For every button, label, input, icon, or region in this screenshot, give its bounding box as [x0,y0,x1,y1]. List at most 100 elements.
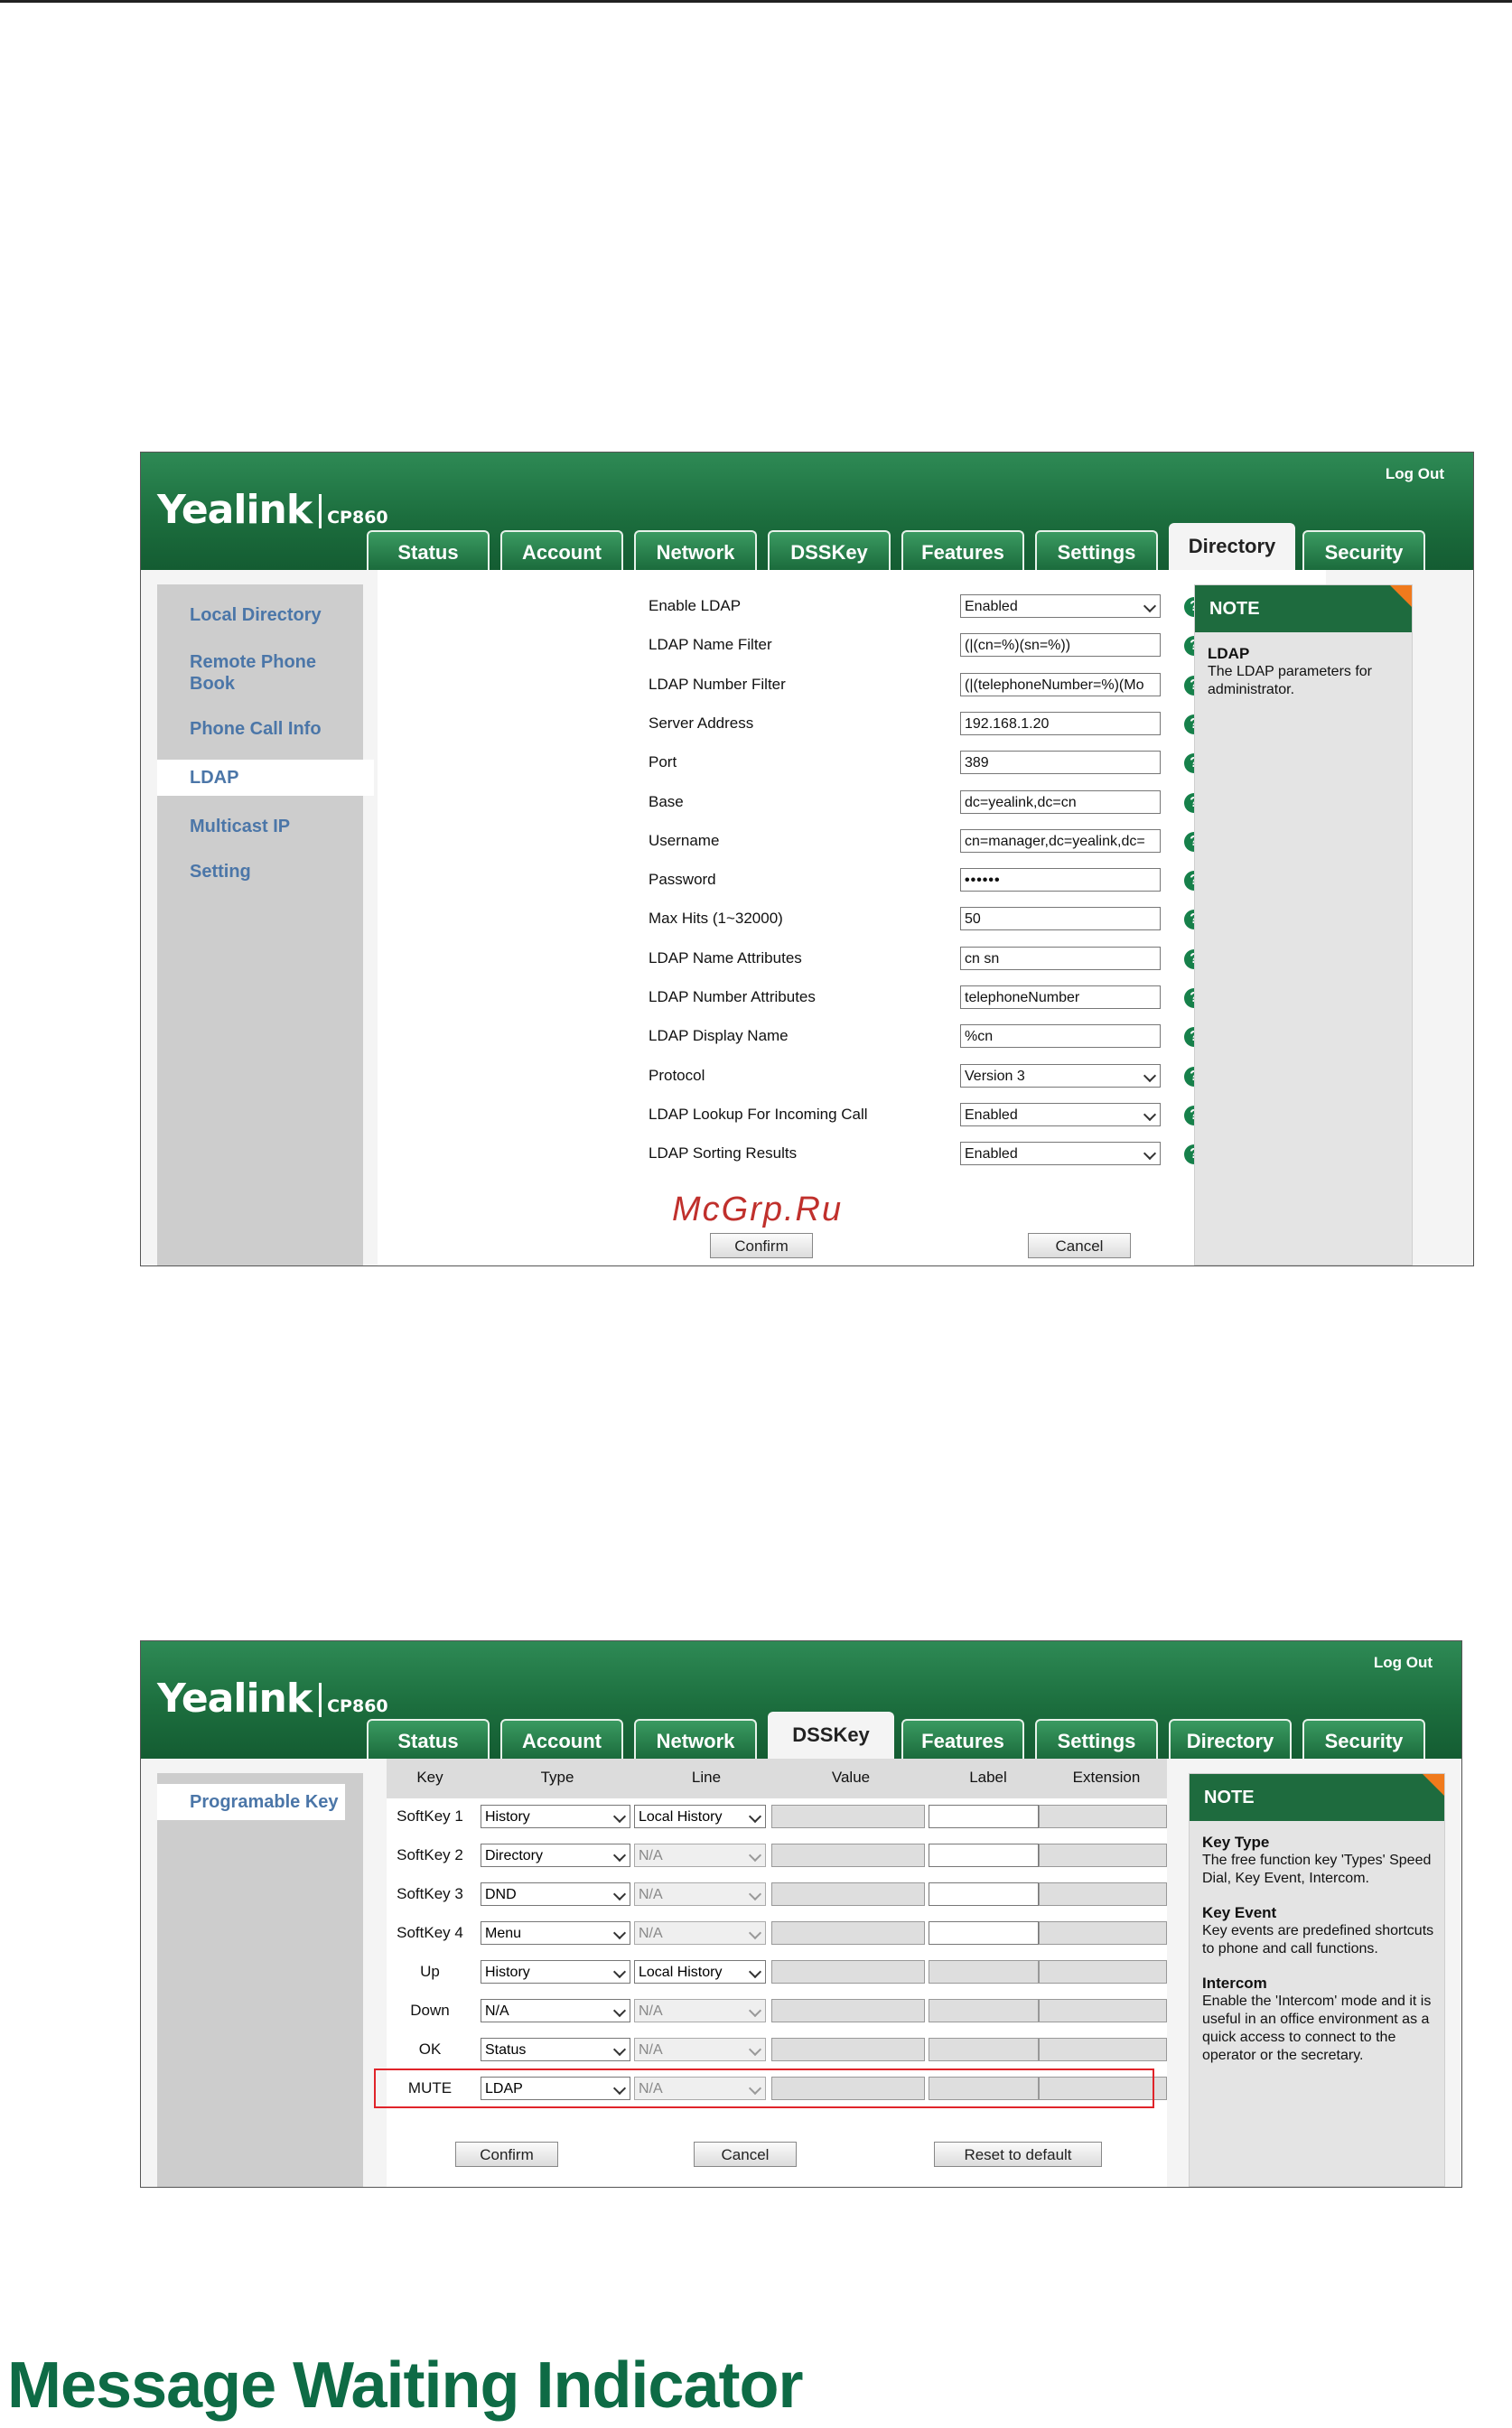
ldap-form: Confirm Cancel Enable LDAPEnabled?LDAP N… [378,570,1326,1265]
confirm-button[interactable]: Confirm [710,1233,813,1258]
tab-account[interactable]: Account [500,530,623,570]
cancel-button[interactable]: Cancel [1028,1233,1131,1258]
column-header-extension: Extension [1072,1769,1141,1786]
column-header-type: Type [540,1769,574,1786]
type-select[interactable]: History [481,1960,630,1984]
note-text: The free function key 'Types' Speed Dial… [1202,1853,1432,1886]
page-body: Local Directory Remote Phone Book Phone Ca… [141,570,1473,1265]
line-select: N/A [634,2038,766,2061]
reset-button[interactable]: Reset to default [934,2142,1102,2167]
input-ldap-name-attributes[interactable]: cn sn [960,946,1161,970]
value-field [771,1882,925,1906]
note-title: NOTE [1195,585,1412,632]
note-panel: NOTE LDAP The LDAP parameters for admini… [1194,584,1413,1265]
type-select[interactable]: Status [481,2038,630,2061]
nav-item-ldap[interactable]: LDAP [157,760,374,796]
input-max-hits-1-32000[interactable]: 50 [960,907,1161,931]
nav-item-remote-phone-book[interactable]: Remote Phone Book [157,651,329,695]
form-row-protocol: ProtocolVersion 3? [378,1060,1326,1092]
input-username[interactable]: cn=manager,dc=yealink,dc= [960,828,1161,853]
nav-item-phone-call-info[interactable]: Phone Call Info [157,718,363,740]
section-heading: Message Waiting Indicator [7,2349,803,2422]
label-field[interactable] [929,1882,1039,1906]
input-ldap-number-filter[interactable]: (|(telephoneNumber=%)(Mo [960,672,1161,696]
note-heading: Key Type [1202,1834,1270,1851]
nav-item-setting[interactable]: Setting [157,861,363,882]
select-ldap-sorting-results[interactable]: Enabled [960,1142,1161,1166]
input-ldap-number-attributes[interactable]: telephoneNumber [960,985,1161,1009]
tab-status[interactable]: Status [367,1719,490,1759]
input-base[interactable]: dc=yealink,dc=cn [960,789,1161,814]
form-row-ldap-number-filter: LDAP Number Filter (|(telephoneNumber=%)(… [378,668,1326,701]
select-enable-ldap[interactable]: Enabled [960,594,1161,618]
logout-link[interactable]: Log Out [1386,465,1444,483]
column-header-line: Line [691,1769,722,1786]
header-bar: Yealink CP860 Log Out Status Account Networ… [141,1641,1461,1759]
line-select[interactable]: Local History [634,1805,766,1828]
field-label: Server Address [649,714,754,732]
tab-security[interactable]: Security [1302,1719,1425,1759]
line-select: N/A [634,1844,766,1867]
tab-settings[interactable]: Settings [1035,1719,1158,1759]
nav-item-local-directory[interactable]: Local Directory [157,604,363,626]
form-row-ldap-name-attributes: LDAP Name Attributescn sn? [378,942,1326,975]
type-select[interactable]: History [481,1805,630,1828]
note-item: Key Type The free function key 'Types' Sp… [1202,1834,1435,1888]
tab-network[interactable]: Network [634,1719,757,1759]
value-field [771,1805,925,1828]
type-select[interactable]: Menu [481,1921,630,1945]
field-label: Port [649,753,677,771]
input-ldap-display-name[interactable]: %cn [960,1024,1161,1049]
tab-dsskey[interactable]: DSSKey [768,1712,894,1759]
label-field[interactable] [929,1805,1039,1828]
form-row-ldap-sorting-results: LDAP Sorting ResultsEnabled? [378,1137,1326,1170]
input-server-address[interactable]: 192.168.1.20 [960,711,1161,735]
tab-network[interactable]: Network [634,530,757,570]
label-field[interactable] [929,1844,1039,1867]
nav-item-multicast-ip[interactable]: Multicast IP [157,816,363,837]
watermark: McGrp.Ru [672,1191,844,1228]
field-label: LDAP Name Filter [649,636,772,654]
line-select[interactable]: Local History [634,1960,766,1984]
tab-features[interactable]: Features [901,1719,1024,1759]
select-ldap-lookup-for-incoming-call[interactable]: Enabled [960,1102,1161,1126]
tab-directory[interactable]: Directory [1169,1719,1292,1759]
table-row: SoftKey 3 DND N/A [387,1876,1167,1912]
value-field [771,1844,925,1867]
field-label: LDAP Name Attributes [649,948,802,967]
tab-dsskey[interactable]: DSSKey [768,530,891,570]
note-text: Enable the 'Intercom' mode and it is use… [1202,1994,1432,2063]
logout-link[interactable]: Log Out [1374,1654,1433,1672]
tab-security[interactable]: Security [1302,530,1425,570]
nav-item-programable-key[interactable]: Programable Key [157,1784,345,1820]
tab-settings[interactable]: Settings [1035,530,1158,570]
input-port[interactable]: 389 [960,751,1161,775]
note-title: NOTE [1190,1774,1444,1821]
input-password[interactable]: •••••• [960,868,1161,892]
highlight-box [374,2068,1154,2108]
note-heading: LDAP [1208,645,1250,662]
extension-field [1039,1960,1167,1984]
form-row-username: Usernamecn=manager,dc=yealink,dc=? [378,825,1326,857]
note-body: Key Type The free function key 'Types' Sp… [1202,1834,1435,2081]
label-field [929,1960,1039,1984]
field-label: Base [649,792,684,810]
label-field[interactable] [929,1921,1039,1945]
type-select[interactable]: DND [481,1882,630,1906]
select-protocol[interactable]: Version 3 [960,1063,1161,1088]
tab-features[interactable]: Features [901,530,1024,570]
table-row: Up History Local History [387,1954,1167,1990]
value-field [771,1921,925,1945]
type-select[interactable]: N/A [481,1999,630,2022]
form-row-ldap-display-name: LDAP Display Name%cn? [378,1020,1326,1052]
field-label: LDAP Number Attributes [649,988,816,1005]
input-ldap-name-filter[interactable]: (|(cn=%)(sn=%)) [960,633,1161,658]
left-nav: Local Directory Remote Phone Book Phone Ca… [157,584,374,1265]
field-label: LDAP Number Filter [649,675,786,693]
tab-status[interactable]: Status [367,530,490,570]
tab-directory[interactable]: Directory [1169,523,1295,570]
type-select[interactable]: Directory [481,1844,630,1867]
tab-account[interactable]: Account [500,1719,623,1759]
confirm-button[interactable]: Confirm [455,2142,558,2167]
cancel-button[interactable]: Cancel [694,2142,797,2167]
